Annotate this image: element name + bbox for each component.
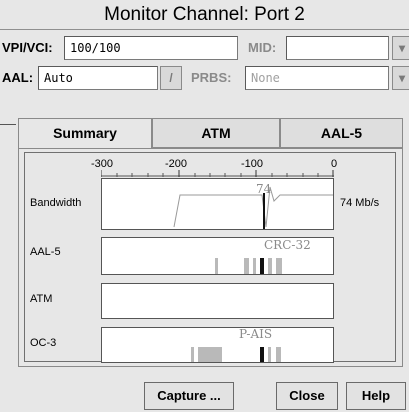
scale-tick-label: -200 <box>165 158 188 170</box>
error-bar <box>244 258 249 274</box>
monitor-channel-window: Monitor Channel: Port 2 VPI/VCI: 100/100… <box>0 0 409 412</box>
aal-field[interactable]: Auto <box>38 66 158 90</box>
error-bar <box>276 258 282 274</box>
aal5-row-label: AAL-5 <box>30 246 61 258</box>
oc3-graph <box>101 327 334 363</box>
vpivci-label: VPI/VCI: <box>2 40 53 55</box>
scale-tick-label: 0 <box>331 158 338 170</box>
scale-ruler <box>101 170 334 177</box>
bandwidth-unit-label: 74 Mb/s <box>340 197 380 209</box>
current-marker <box>260 347 264 362</box>
tab-aal5[interactable]: AAL-5 <box>280 118 403 148</box>
oc3-overlay-label: P-AIS <box>239 327 273 341</box>
tab-summary[interactable]: Summary <box>18 118 152 149</box>
dropdown-arrow-icon: ▾ <box>398 41 406 55</box>
connector-line <box>0 124 16 125</box>
bandwidth-graph <box>101 178 334 230</box>
mid-label: MID: <box>248 40 277 55</box>
tab-atm[interactable]: ATM <box>152 118 280 148</box>
error-bar <box>215 258 218 274</box>
bandwidth-value-label: 74 <box>256 182 272 196</box>
dropdown-arrow-icon: / <box>169 71 173 85</box>
atm-graph <box>101 283 334 319</box>
aal-dropdown-button[interactable]: / <box>160 66 182 90</box>
atm-row-label: ATM <box>30 293 53 305</box>
mid-dropdown-button[interactable]: ▾ <box>392 36 409 60</box>
mid-field[interactable] <box>286 36 389 60</box>
prbs-field[interactable]: None <box>245 66 389 90</box>
oc3-row-label: OC-3 <box>30 337 57 349</box>
bandwidth-row-label: Bandwidth <box>30 197 82 209</box>
error-bar <box>268 347 271 362</box>
close-button[interactable]: Close <box>276 382 338 410</box>
help-button[interactable]: Help <box>346 382 406 410</box>
error-bar <box>198 347 222 362</box>
capture-button[interactable]: Capture ... <box>144 382 234 410</box>
scale-tick-label: -300 <box>91 158 114 170</box>
vpivci-field[interactable]: 100/100 <box>64 36 238 60</box>
error-bar <box>268 258 272 274</box>
prbs-label: PRBS: <box>191 70 232 85</box>
bandwidth-trace <box>173 186 333 229</box>
aal5-overlay-label: CRC-32 <box>264 238 311 252</box>
error-bar <box>253 258 256 274</box>
error-bar <box>191 347 194 362</box>
scale-tick-label: -100 <box>241 158 264 170</box>
current-marker <box>260 258 264 274</box>
window-title: Monitor Channel: Port 2 <box>0 0 409 30</box>
dropdown-arrow-icon: ▾ <box>398 71 406 85</box>
error-bar <box>276 347 281 362</box>
prbs-dropdown-button[interactable]: ▾ <box>392 66 409 90</box>
aal-label: AAL: <box>2 70 34 85</box>
